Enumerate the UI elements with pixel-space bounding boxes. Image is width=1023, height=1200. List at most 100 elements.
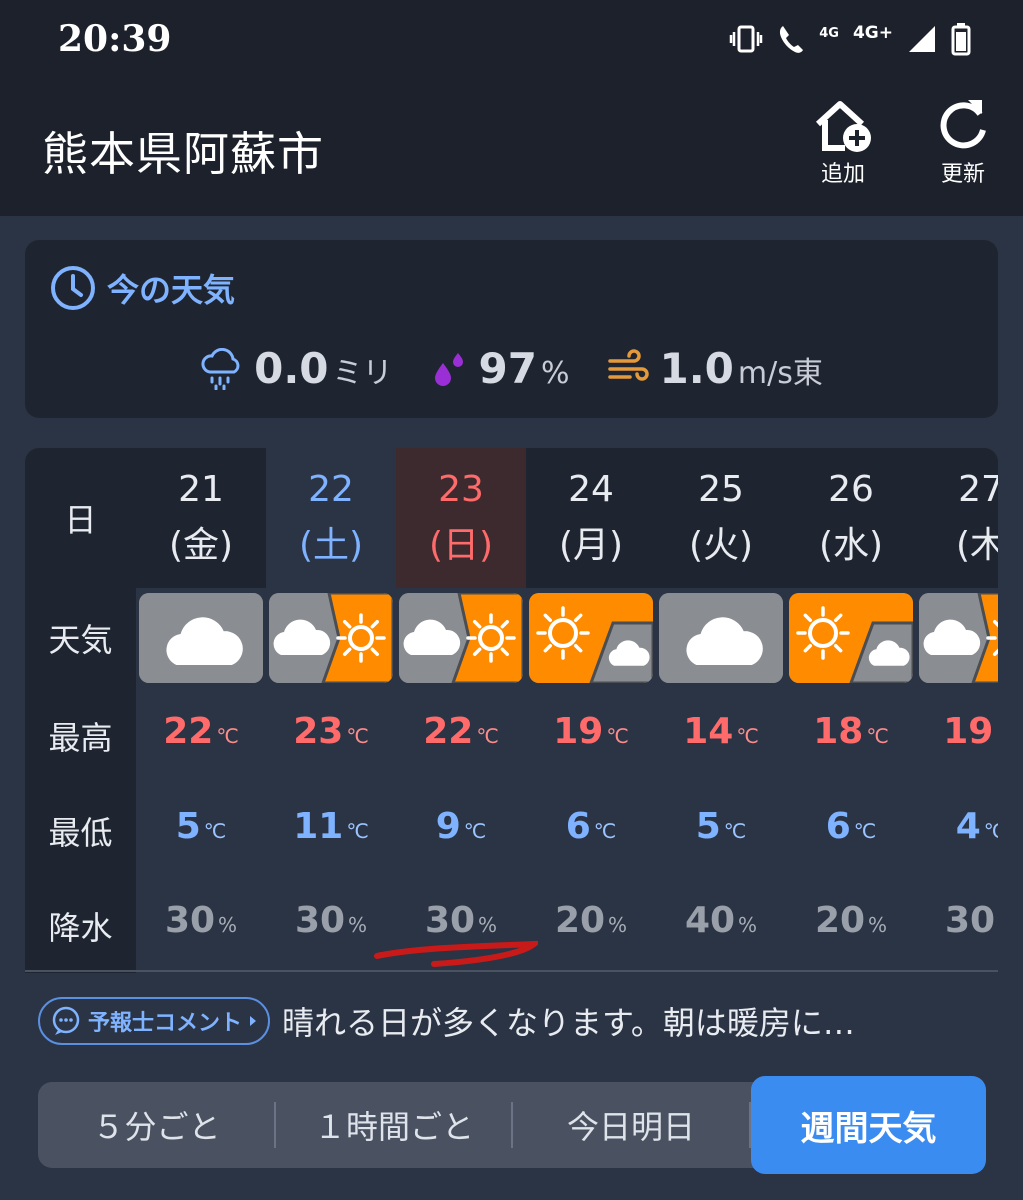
rain-chance: 30% bbox=[944, 900, 996, 941]
divider bbox=[25, 970, 998, 972]
forecaster-comment-text: 晴れる日が多くなります。朝は暖房に… bbox=[282, 1004, 855, 1042]
low-temp: 9 ℃ bbox=[435, 806, 487, 847]
vibrate-icon bbox=[730, 25, 763, 53]
status-icons: 4G 4G+ bbox=[729, 18, 971, 60]
current-weather-card: 今の天気 0.0 ミリ 97 % 1.0 m/s東 bbox=[25, 240, 998, 418]
home-plus-icon bbox=[815, 101, 871, 152]
high-temp: 23 ℃ bbox=[293, 711, 369, 752]
day-of-week: (日) bbox=[428, 525, 494, 566]
forecast-day-column: 25 (火) 14 ℃ 5 ℃ 40% bbox=[656, 448, 786, 973]
low-temp: 11 ℃ bbox=[293, 806, 369, 847]
forecast-day-column: 22 (土) 23 ℃ 11 ℃ 30% bbox=[266, 448, 396, 973]
day-of-week: (水) bbox=[818, 525, 884, 566]
high-temp: 18 ℃ bbox=[813, 711, 889, 752]
day-date: 21 bbox=[178, 469, 224, 510]
weather-cloudy-sunny-icon bbox=[399, 593, 523, 683]
forecast-day-column: 24 (月) 19 ℃ 6 ℃ 20% bbox=[526, 448, 656, 973]
chat-bubble-icon bbox=[52, 1006, 80, 1035]
status-time: 20:39 bbox=[58, 18, 172, 60]
forecast-day-column: 27 (木 19℃ 4℃ 30% bbox=[916, 448, 998, 973]
rain-unit: ミリ bbox=[332, 356, 393, 391]
weather-sunny-cloudy-icon bbox=[529, 593, 653, 683]
forecast-days-grid[interactable]: 21 (金) 22 ℃ 5 ℃ 30% 22 (土) 23 ℃ 11 ℃ 30% 23 … bbox=[136, 448, 998, 973]
day-date-cell: 23 (日) bbox=[396, 448, 526, 588]
forecaster-comment[interactable]: 予報士コメント 晴れる日が多くなります。朝は暖房に… bbox=[38, 996, 855, 1046]
wind-unit: m/s東 bbox=[737, 356, 823, 391]
network-type: 4G+ bbox=[852, 23, 893, 43]
day-date-cell: 24 (月) bbox=[526, 448, 656, 588]
tab-hourly[interactable]: １時間ごと bbox=[276, 1082, 512, 1168]
day-date-cell: 22 (土) bbox=[266, 448, 396, 588]
forecast-day-column: 21 (金) 22 ℃ 5 ℃ 30% bbox=[136, 448, 266, 973]
day-of-week: (土) bbox=[298, 525, 364, 566]
high-temp: 19℃ bbox=[553, 711, 629, 752]
low-temp: 5 ℃ bbox=[175, 806, 227, 847]
clock-icon bbox=[51, 266, 95, 310]
forecaster-comment-label: 予報士コメント bbox=[88, 1011, 243, 1036]
day-date: 23 bbox=[438, 469, 484, 510]
app-header: 熊本県阿蘇市 追加 更新 bbox=[0, 82, 1023, 216]
current-weather-label: 今の天気 bbox=[107, 271, 236, 309]
weather-cloudy-sunny-icon bbox=[919, 593, 998, 683]
weekly-forecast-table: 日 天気 最高 最低 降水 21 (金) 22 ℃ 5 ℃ 30% 22 (土) 2… bbox=[25, 448, 998, 973]
rain-chance: 30% bbox=[164, 900, 238, 941]
row-label-date: 日 bbox=[64, 501, 97, 539]
forecast-day-column: 26 (水) 18 ℃ 6 ℃ 20% bbox=[786, 448, 916, 973]
wind-icon bbox=[607, 348, 649, 381]
low-temp: 6 ℃ bbox=[565, 806, 617, 847]
humidity-now: 97 % bbox=[429, 344, 570, 393]
high-temp: 22 ℃ bbox=[163, 711, 239, 752]
low-temp: 4 ℃ bbox=[955, 806, 998, 847]
day-date-cell: 25 (火) bbox=[656, 448, 786, 588]
red-underline-annotation bbox=[374, 940, 538, 967]
signal-icon bbox=[909, 26, 935, 52]
tab-today-tomorrow[interactable]: 今日明日 bbox=[513, 1082, 749, 1168]
add-label: 追加 bbox=[820, 162, 865, 187]
day-of-week: (月) bbox=[558, 525, 624, 566]
weather-cloudy-icon bbox=[139, 593, 263, 683]
high-temp: 22 ℃ bbox=[423, 711, 499, 752]
low-temp: 5 ℃ bbox=[695, 806, 747, 847]
location-title: 熊本県阿蘇市 bbox=[42, 127, 324, 181]
rain-chance: 20% bbox=[814, 900, 888, 941]
weather-sunny-cloudy-icon bbox=[789, 593, 913, 683]
wind-value: 1.0 bbox=[659, 344, 734, 393]
refresh-button[interactable]: 更新 bbox=[918, 96, 1008, 206]
forecaster-comment-badge[interactable]: 予報士コメント bbox=[38, 997, 271, 1045]
rain-value: 0.0 bbox=[254, 344, 329, 393]
high-temp: 19℃ bbox=[943, 711, 998, 752]
refresh-icon bbox=[940, 100, 986, 149]
wind-now: 1.0 m/s東 bbox=[606, 344, 823, 393]
humidity-drops-icon bbox=[434, 352, 463, 386]
day-date: 25 bbox=[698, 469, 744, 510]
day-date: 27 bbox=[958, 469, 998, 510]
day-of-week: (金) bbox=[168, 525, 234, 566]
battery-icon bbox=[951, 23, 971, 56]
row-label-low: 最低 bbox=[48, 813, 113, 852]
rain-chance: 30% bbox=[424, 900, 498, 941]
add-location-button[interactable]: 追加 bbox=[798, 96, 888, 206]
row-label-weather: 天気 bbox=[48, 621, 113, 659]
low-temp: 6 ℃ bbox=[825, 806, 877, 847]
row-label-high: 最高 bbox=[48, 718, 113, 757]
row-label-rain: 降水 bbox=[48, 908, 113, 947]
humidity-value: 97 bbox=[478, 344, 537, 393]
network-small: 4G bbox=[819, 25, 839, 41]
day-date: 26 bbox=[828, 469, 874, 510]
rain-cloud-icon bbox=[201, 347, 240, 390]
forecast-mode-tabs: ５分ごと １時間ごと 今日明日 週間天気 bbox=[38, 1076, 986, 1174]
day-of-week: (火) bbox=[688, 525, 754, 566]
refresh-label: 更新 bbox=[940, 162, 985, 187]
status-bar: 20:39 4G 4G+ bbox=[0, 0, 1023, 82]
rain-chance: 20% bbox=[554, 900, 628, 941]
current-values: 0.0 ミリ 97 % 1.0 m/s東 bbox=[25, 344, 998, 393]
tab-5min[interactable]: ５分ごと bbox=[38, 1082, 275, 1168]
day-date-cell: 27 (木 bbox=[916, 448, 998, 588]
weather-cloudy-sunny-icon bbox=[269, 593, 393, 683]
day-of-week: (木 bbox=[955, 525, 998, 566]
humidity-unit: % bbox=[540, 356, 570, 391]
day-date: 22 bbox=[308, 469, 354, 510]
forecast-day-column: 23 (日) 22 ℃ 9 ℃ 30% bbox=[396, 448, 526, 973]
tab-weekly[interactable]: 週間天気 bbox=[751, 1076, 986, 1174]
call-icon bbox=[780, 26, 804, 53]
